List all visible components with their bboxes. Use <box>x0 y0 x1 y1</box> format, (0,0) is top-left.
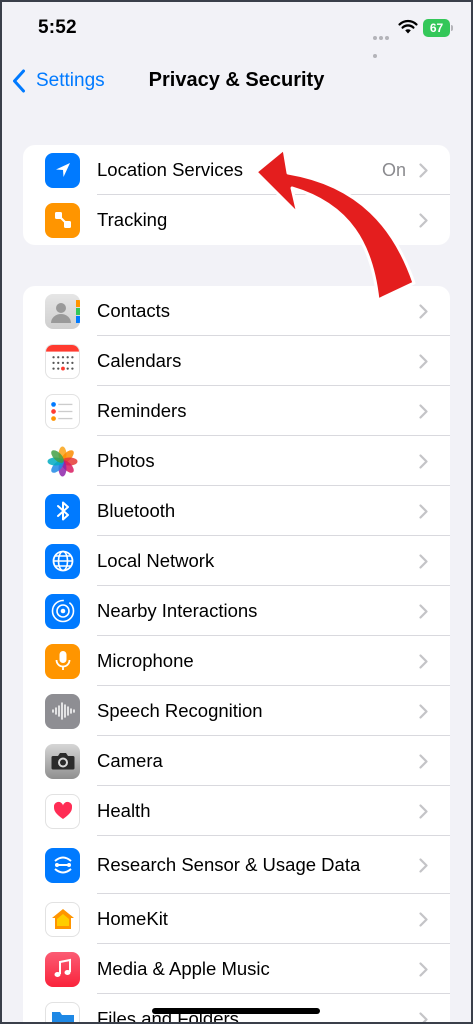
row-label: Health <box>97 800 151 821</box>
chevron-right-icon <box>419 911 428 927</box>
row-label: Photos <box>97 450 155 471</box>
home-indicator <box>152 1008 320 1014</box>
row-microphone[interactable]: Microphone <box>23 636 450 686</box>
globe-icon <box>45 543 80 579</box>
row-speech-recognition[interactable]: Speech Recognition <box>23 686 450 736</box>
chevron-right-icon <box>419 961 428 977</box>
row-homekit[interactable]: HomeKit <box>23 894 450 944</box>
bluetooth-icon <box>45 493 80 529</box>
row-reminders[interactable]: Reminders <box>23 386 450 436</box>
row-label: Location Services <box>97 159 244 180</box>
location-arrow-icon <box>45 152 80 188</box>
chevron-right-icon <box>419 857 428 873</box>
row-label: Speech Recognition <box>97 700 263 721</box>
microphone-icon <box>45 643 80 679</box>
photos-icon <box>45 443 80 479</box>
nearby-icon <box>45 593 80 629</box>
reminders-icon <box>45 393 80 429</box>
chevron-right-icon <box>419 503 428 519</box>
row-label: Reminders <box>97 400 187 421</box>
tracking-icon <box>45 202 80 238</box>
chevron-right-icon <box>419 303 428 319</box>
row-location-services[interactable]: Location Services On <box>23 145 450 195</box>
status-time: 5:52 <box>38 17 77 38</box>
row-camera[interactable]: Camera <box>23 736 450 786</box>
row-label: Microphone <box>97 650 194 671</box>
row-label: Tracking <box>97 209 168 230</box>
row-value: On <box>381 159 406 180</box>
chevron-right-icon <box>419 803 428 819</box>
folder-icon <box>45 1001 80 1024</box>
row-label: Calendars <box>97 350 182 371</box>
waveform-icon <box>45 693 80 729</box>
chevron-right-icon <box>419 603 428 619</box>
row-label: HomeKit <box>97 908 168 929</box>
row-label: Camera <box>97 750 163 771</box>
row-tracking[interactable]: Tracking <box>23 195 450 245</box>
location-tracking-group: Location Services On Tracking <box>23 145 450 245</box>
contacts-icon <box>45 293 80 329</box>
chevron-right-icon <box>419 453 428 469</box>
row-media-apple-music[interactable]: Media & Apple Music <box>23 944 450 994</box>
row-label: Local Network <box>97 550 215 571</box>
chevron-right-icon <box>419 353 428 369</box>
row-photos[interactable]: Photos <box>23 436 450 486</box>
home-icon <box>45 901 80 937</box>
row-research-sensor[interactable]: Research Sensor & Usage Data <box>23 836 450 894</box>
row-contacts[interactable]: Contacts <box>23 286 450 336</box>
row-calendars[interactable]: Calendars <box>23 336 450 386</box>
chevron-right-icon <box>419 653 428 669</box>
row-label: Contacts <box>97 300 171 321</box>
row-label: Nearby Interactions <box>97 600 258 621</box>
research-icon <box>45 847 80 883</box>
row-label: Media & Apple Music <box>97 958 270 979</box>
status-bar: 5:52 67 <box>0 0 473 58</box>
wifi-icon <box>398 19 418 34</box>
row-label: Research Sensor & Usage Data <box>97 854 361 875</box>
battery-cap <box>451 25 453 31</box>
row-nearby-interactions[interactable]: Nearby Interactions <box>23 586 450 636</box>
chevron-right-icon <box>419 1011 428 1024</box>
camera-icon <box>45 743 80 779</box>
calendar-icon <box>45 343 80 379</box>
music-note-icon <box>45 951 80 987</box>
app-permissions-group: Contacts Calendars Reminders Photos Blue… <box>23 286 450 1024</box>
signal-dots-icon <box>373 27 395 58</box>
heart-icon <box>45 793 80 829</box>
page-title: Privacy & Security <box>148 69 325 91</box>
chevron-right-icon <box>419 753 428 769</box>
chevron-right-icon <box>419 212 428 228</box>
chevron-right-icon <box>419 162 428 178</box>
row-bluetooth[interactable]: Bluetooth <box>23 486 450 536</box>
chevron-right-icon <box>419 403 428 419</box>
row-local-network[interactable]: Local Network <box>23 536 450 586</box>
row-health[interactable]: Health <box>23 786 450 836</box>
battery-indicator: 67 <box>423 19 453 37</box>
chevron-right-icon <box>419 553 428 569</box>
row-label: Bluetooth <box>97 500 176 521</box>
navigation-bar: Settings Privacy & Security <box>0 56 473 106</box>
chevron-right-icon <box>419 703 428 719</box>
battery-level: 67 <box>423 19 450 37</box>
